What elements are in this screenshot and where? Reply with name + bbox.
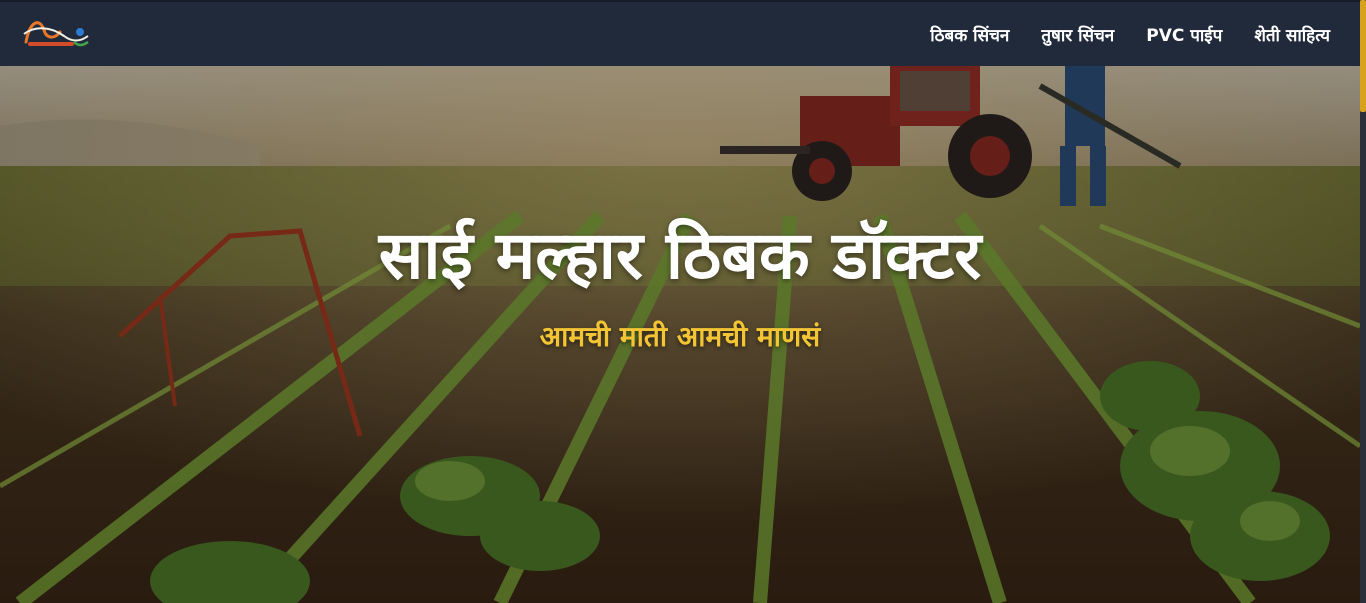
hero-content: साई मल्हार ठिबक डॉक्टर आमची माती आमची मा…	[0, 216, 1360, 355]
main-nav: ठिबक सिंचन तुषार सिंचन PVC पाईप शेती साह…	[930, 23, 1330, 46]
nav-link-farm-equipment[interactable]: शेती साहित्य	[1254, 23, 1330, 46]
hero-title: साई मल्हार ठिबक डॉक्टर	[378, 217, 982, 294]
scrollbar-thumb[interactable]	[1360, 0, 1366, 112]
site-logo[interactable]	[20, 12, 92, 56]
nav-link-pvc-pipe[interactable]: PVC पाईप	[1146, 23, 1222, 46]
navbar: ठिबक सिंचन तुषार सिंचन PVC पाईप शेती साह…	[0, 0, 1360, 66]
hero-section: साई मल्हार ठिबक डॉक्टर आमची माती आमची मा…	[0, 66, 1360, 603]
nav-link-drip-irrigation[interactable]: ठिबक सिंचन	[930, 23, 1009, 46]
page-scrollbar[interactable]	[1360, 0, 1366, 603]
nav-link-sprinkler-irrigation[interactable]: तुषार सिंचन	[1041, 23, 1114, 46]
hero-subtitle: आमची माती आमची माणसं	[539, 320, 821, 354]
sai-malhar-logo-icon	[23, 21, 89, 47]
page: ठिबक सिंचन तुषार सिंचन PVC पाईप शेती साह…	[0, 0, 1366, 603]
